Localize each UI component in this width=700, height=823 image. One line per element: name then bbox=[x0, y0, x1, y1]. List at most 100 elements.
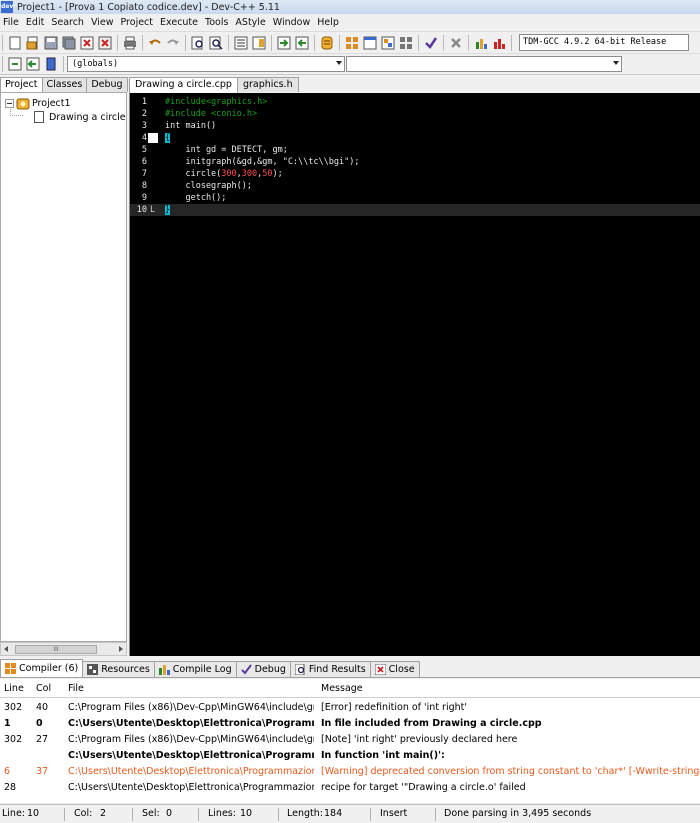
cell-line: 6 bbox=[4, 766, 11, 777]
cell-file: C:\Program Files (x86)\Dev-Cpp\MinGW64\i… bbox=[68, 734, 314, 745]
profile-chart-icon[interactable] bbox=[473, 35, 489, 51]
save-all-icon[interactable] bbox=[61, 35, 77, 51]
menu-window[interactable]: Window bbox=[270, 17, 314, 28]
cell-col: 40 bbox=[36, 702, 49, 713]
status-lines-value: 10 bbox=[240, 808, 253, 819]
indent-icon[interactable] bbox=[233, 35, 249, 51]
menu-project[interactable]: Project bbox=[118, 17, 158, 28]
code-line[interactable]: 10 L} bbox=[130, 204, 700, 216]
menu-execute[interactable]: Execute bbox=[157, 17, 202, 28]
open-file-icon[interactable] bbox=[25, 35, 41, 51]
astyle-format-icon[interactable] bbox=[319, 35, 335, 51]
toggle-bookmark-icon[interactable] bbox=[294, 35, 310, 51]
tab-close[interactable]: Close bbox=[369, 661, 420, 677]
syntax-check-icon[interactable] bbox=[423, 35, 439, 51]
table-row[interactable]: 302 27 C:\Program Files (x86)\Dev-Cpp\MinG… bbox=[0, 732, 700, 747]
fold-marker-icon[interactable]: L bbox=[150, 204, 160, 216]
save-icon[interactable] bbox=[43, 35, 59, 51]
compiler-grid-icon bbox=[5, 663, 16, 674]
run-icon[interactable] bbox=[362, 35, 378, 51]
menu-edit[interactable]: Edit bbox=[23, 17, 48, 28]
unindent-icon[interactable] bbox=[251, 35, 267, 51]
close-file-icon[interactable] bbox=[79, 35, 95, 51]
status-divider bbox=[132, 808, 133, 821]
replace-icon[interactable] bbox=[208, 35, 224, 51]
table-row[interactable]: 6 37 C:\Users\Utente\Desktop\Elettronica\P… bbox=[0, 764, 700, 779]
code-line[interactable]: 2 #include <conio.h> bbox=[130, 108, 700, 120]
chevron-down-icon[interactable] bbox=[613, 61, 619, 65]
tab-debug-output-label: Debug bbox=[254, 664, 286, 675]
tab-drawing-a-circle-cpp[interactable]: Drawing a circle.cpp bbox=[129, 77, 238, 94]
table-row[interactable]: 28 C:\Users\Utente\Desktop\Elettronica\Pr… bbox=[0, 780, 700, 795]
code-line[interactable]: 5 int gd = DETECT, gm; bbox=[130, 144, 700, 156]
column-header-col[interactable]: Col bbox=[36, 681, 64, 696]
checkmark-icon bbox=[240, 664, 252, 675]
goto-line-icon[interactable] bbox=[276, 35, 292, 51]
insert-code-icon[interactable] bbox=[25, 56, 41, 72]
left-panel-hscrollbar[interactable]: III bbox=[0, 642, 127, 656]
fold-box-marker[interactable] bbox=[148, 133, 158, 143]
tab-debug-output[interactable]: Debug bbox=[235, 661, 291, 677]
column-header-message[interactable]: Message bbox=[321, 681, 699, 696]
menu-help[interactable]: Help bbox=[314, 17, 343, 28]
tab-find-results[interactable]: Find Results bbox=[289, 661, 371, 677]
class-toolbar: (globals) bbox=[0, 53, 700, 75]
column-header-file[interactable]: File bbox=[68, 681, 314, 696]
close-all-icon[interactable] bbox=[97, 35, 113, 51]
print-icon[interactable] bbox=[122, 35, 138, 51]
tab-resources[interactable]: Resources bbox=[82, 661, 155, 677]
menu-astyle[interactable]: AStyle bbox=[232, 17, 269, 28]
status-sel-value: 0 bbox=[166, 808, 173, 819]
tree-item-file[interactable]: Drawing a circle.cpp bbox=[34, 111, 126, 123]
stop-execution-icon[interactable] bbox=[448, 35, 464, 51]
status-insert-mode: Insert bbox=[380, 808, 408, 819]
code-text: } bbox=[165, 205, 171, 215]
code-line[interactable]: 6 initgraph(&gd,&gm, "C:\\tc\\bgi"); bbox=[130, 156, 700, 168]
cell-line: 28 bbox=[4, 782, 17, 793]
function-combo[interactable] bbox=[346, 56, 622, 72]
delete-profile-icon[interactable] bbox=[491, 35, 507, 51]
table-row[interactable]: 1 0 C:\Users\Utente\Desktop\Elettronica\Pr… bbox=[0, 716, 700, 731]
column-header-line[interactable]: Line bbox=[4, 681, 34, 696]
tab-debug[interactable]: Debug bbox=[86, 77, 128, 92]
find-icon bbox=[294, 664, 305, 675]
code-line[interactable]: 3 int main() bbox=[130, 120, 700, 132]
scrollbar-thumb[interactable]: III bbox=[15, 645, 97, 654]
bookmark-icon[interactable] bbox=[43, 56, 59, 72]
new-file-icon[interactable] bbox=[7, 35, 23, 51]
scroll-right-arrow-icon[interactable] bbox=[119, 646, 123, 652]
table-row[interactable]: C:\Users\Utente\Desktop\Elettronica\Prog… bbox=[0, 748, 700, 763]
find-icon[interactable] bbox=[190, 35, 206, 51]
menu-file[interactable]: File bbox=[0, 17, 23, 28]
table-row[interactable]: 302 40 C:\Program Files (x86)\Dev-Cpp\MinG… bbox=[0, 700, 700, 715]
menu-search[interactable]: Search bbox=[48, 17, 88, 28]
tab-compiler[interactable]: Compiler (6) bbox=[0, 659, 84, 677]
code-line[interactable]: 7 circle(300,300,50); bbox=[130, 168, 700, 180]
menu-view[interactable]: View bbox=[88, 17, 118, 28]
tab-compile-log[interactable]: Compile Log bbox=[153, 661, 237, 677]
compile-icon[interactable] bbox=[344, 35, 360, 51]
rebuild-all-icon[interactable] bbox=[398, 35, 414, 51]
menu-tools[interactable]: Tools bbox=[202, 17, 232, 28]
tab-project[interactable]: Project bbox=[0, 77, 43, 93]
code-line[interactable]: 4-{ bbox=[130, 132, 700, 144]
new-project-icon[interactable] bbox=[7, 56, 23, 72]
status-divider bbox=[198, 808, 199, 821]
code-text: closegraph(); bbox=[165, 181, 252, 191]
code-editor[interactable]: 1 #include<graphics.h> 2 #include <conio.h>… bbox=[129, 93, 700, 656]
code-line[interactable]: 8 closegraph(); bbox=[130, 180, 700, 192]
line-number: 4 bbox=[141, 133, 147, 143]
redo-icon[interactable] bbox=[165, 35, 181, 51]
undo-icon[interactable] bbox=[147, 35, 163, 51]
chevron-down-icon[interactable] bbox=[336, 61, 342, 65]
code-line[interactable]: 9 getch(); bbox=[130, 192, 700, 204]
scroll-left-arrow-icon[interactable] bbox=[4, 646, 8, 652]
tab-graphics-h[interactable]: graphics.h bbox=[236, 77, 299, 92]
devcpp-app-icon[interactable]: dev bbox=[1, 1, 13, 13]
scope-combo[interactable]: (globals) bbox=[67, 56, 345, 72]
tab-classes[interactable]: Classes bbox=[41, 77, 88, 92]
cell-col bbox=[36, 780, 64, 795]
compile-run-icon[interactable] bbox=[380, 35, 396, 51]
compiler-select[interactable]: TDM-GCC 4.9.2 64-bit Release bbox=[519, 34, 689, 51]
code-line[interactable]: 1 #include<graphics.h> bbox=[130, 96, 700, 108]
